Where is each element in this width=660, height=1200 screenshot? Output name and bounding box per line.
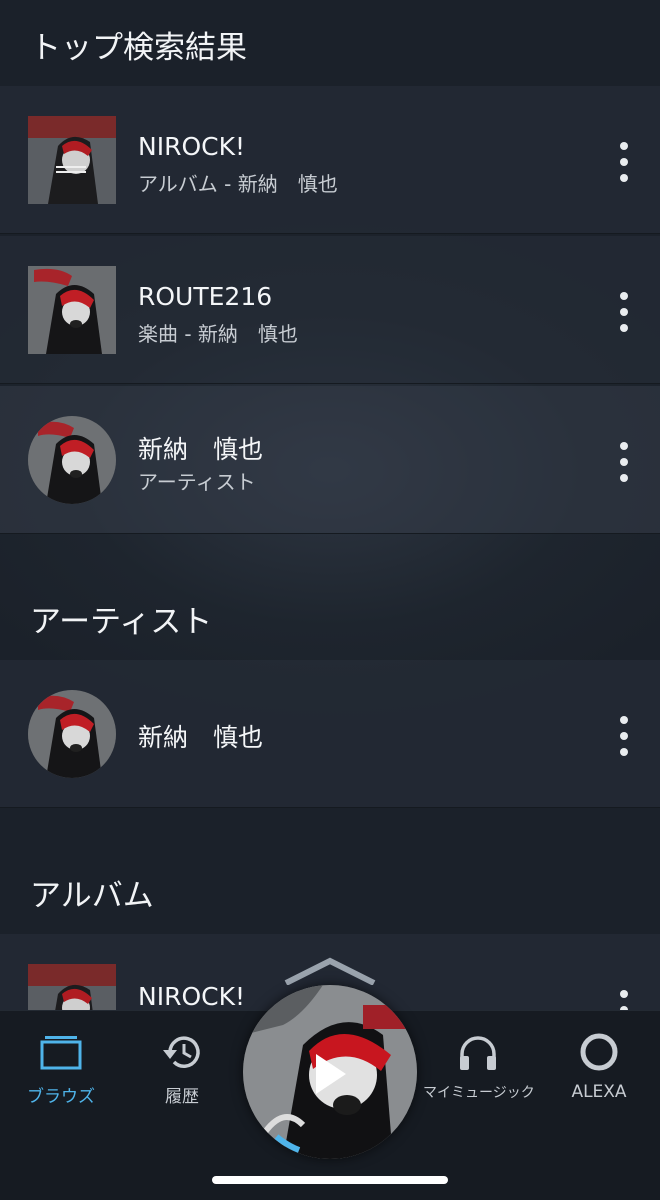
alexa-icon — [580, 1033, 618, 1071]
more-vert-icon[interactable] — [614, 442, 634, 482]
tab-history[interactable]: 履歴 — [127, 1030, 237, 1107]
more-vert-icon[interactable] — [614, 142, 634, 182]
tab-my-music[interactable]: マイミュージック — [423, 1030, 535, 1102]
artist-photo — [28, 416, 116, 504]
artist-row[interactable]: 新納 慎也 — [0, 660, 660, 808]
play-icon[interactable] — [310, 1050, 350, 1098]
tab-alexa-label: ALEXA — [571, 1082, 627, 1102]
history-icon — [163, 1036, 200, 1068]
result-title: NIROCK! — [138, 132, 245, 161]
artist-name: 新納 慎也 — [138, 723, 264, 752]
section-title-albums: アルバム — [30, 878, 154, 914]
album-art — [28, 116, 116, 204]
tab-history-label: 履歴 — [165, 1087, 199, 1107]
browse-icon — [40, 1036, 82, 1070]
tab-browse-label: ブラウズ — [27, 1087, 95, 1107]
more-vert-icon[interactable] — [614, 716, 634, 756]
tab-browse[interactable]: ブラウズ — [6, 1030, 116, 1107]
result-subtitle: アルバム - 新納 慎也 — [138, 172, 338, 196]
tab-alexa[interactable]: ALEXA — [544, 1030, 654, 1102]
section-title-top-results: トップ検索結果 — [30, 30, 247, 66]
result-subtitle: アーティスト — [138, 470, 256, 494]
home-indicator — [212, 1176, 448, 1184]
chevron-up-icon[interactable] — [282, 955, 378, 985]
result-row-album[interactable]: NIROCK! アルバム - 新納 慎也 — [0, 86, 660, 234]
result-row-track[interactable]: ROUTE216 楽曲 - 新納 慎也 — [0, 236, 660, 384]
headphones-icon — [460, 1036, 496, 1070]
result-title: 新納 慎也 — [138, 435, 264, 464]
track-art — [28, 266, 116, 354]
result-subtitle: 楽曲 - 新納 慎也 — [138, 322, 298, 346]
tab-my-music-label: マイミュージック — [423, 1085, 535, 1101]
result-row-artist[interactable]: 新納 慎也 アーティスト — [0, 386, 660, 534]
result-title: ROUTE216 — [138, 282, 273, 311]
album-title: NIROCK! — [138, 982, 245, 1011]
more-vert-icon[interactable] — [614, 292, 634, 332]
artist-photo — [28, 690, 116, 778]
section-title-artists: アーティスト — [30, 604, 213, 640]
